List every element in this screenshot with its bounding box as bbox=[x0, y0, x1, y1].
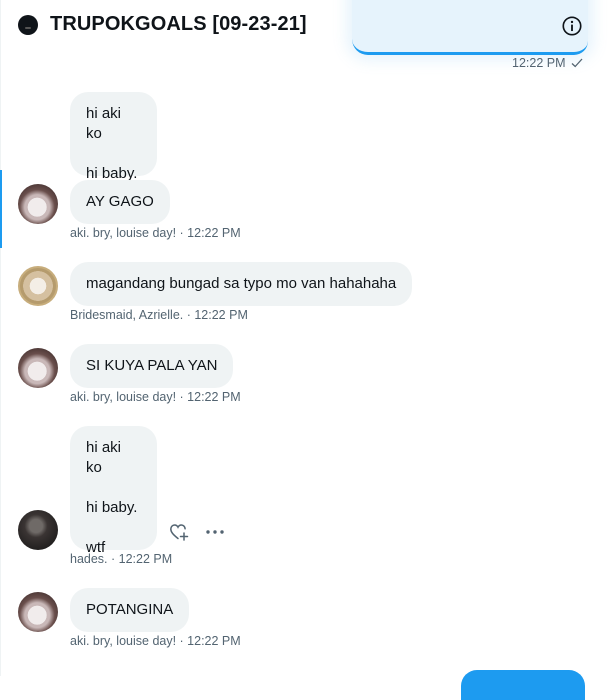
active-message-indicator bbox=[0, 170, 2, 248]
sent-message-bubble[interactable] bbox=[461, 670, 585, 700]
message-text: AY GAGO bbox=[86, 193, 154, 210]
avatar[interactable] bbox=[18, 266, 58, 306]
message-line: hi baby. bbox=[86, 499, 138, 516]
conversation-divider bbox=[0, 0, 1, 676]
message-bubble[interactable]: hi aki ko hi baby. wtf bbox=[70, 426, 157, 556]
message-text: SI KUYA PALA YAN bbox=[86, 357, 218, 374]
info-icon[interactable] bbox=[561, 15, 583, 37]
message-text: magandang bungad sa typo mo van hahahaha bbox=[86, 275, 397, 292]
message-text: POTANGINA bbox=[86, 601, 174, 618]
message-meta: aki. bry, louise day! · 12:22 PM bbox=[70, 634, 241, 648]
checkmark-icon bbox=[571, 58, 583, 68]
group-avatar[interactable] bbox=[18, 15, 38, 35]
more-icon[interactable] bbox=[204, 522, 226, 542]
message-bubble[interactable]: magandang bungad sa typo mo van hahahaha bbox=[70, 262, 413, 306]
message-line: hi aki ko bbox=[86, 105, 122, 142]
message-meta: aki. bry, louise day! · 12:22 PM bbox=[70, 390, 241, 404]
message-meta: aki. bry, louise day! · 12:22 PM bbox=[70, 226, 241, 240]
message-bubble[interactable]: AY GAGO bbox=[70, 180, 170, 224]
message-bubble[interactable]: SI KUYA PALA YAN bbox=[70, 344, 234, 388]
sent-message-time: 12:22 PM bbox=[512, 56, 566, 70]
message-line: hi aki ko bbox=[86, 439, 122, 476]
message-meta: hades. · 12:22 PM bbox=[70, 552, 173, 566]
message-bubble[interactable]: hi aki ko hi baby. bbox=[70, 92, 157, 182]
conversation-header: TRUPOKGOALS [09-23-21] bbox=[0, 0, 611, 52]
avatar[interactable] bbox=[18, 184, 58, 224]
conversation-title[interactable]: TRUPOKGOALS [09-23-21] bbox=[50, 13, 307, 36]
message-bubble[interactable]: POTANGINA bbox=[70, 588, 190, 632]
avatar[interactable] bbox=[18, 348, 58, 388]
message-meta: Bridesmaid, Azrielle. · 12:22 PM bbox=[70, 308, 248, 322]
avatar[interactable] bbox=[18, 592, 58, 632]
avatar[interactable] bbox=[18, 510, 58, 550]
sent-message-meta: 12:22 PM bbox=[512, 56, 583, 70]
heart-plus-icon[interactable] bbox=[169, 522, 189, 542]
